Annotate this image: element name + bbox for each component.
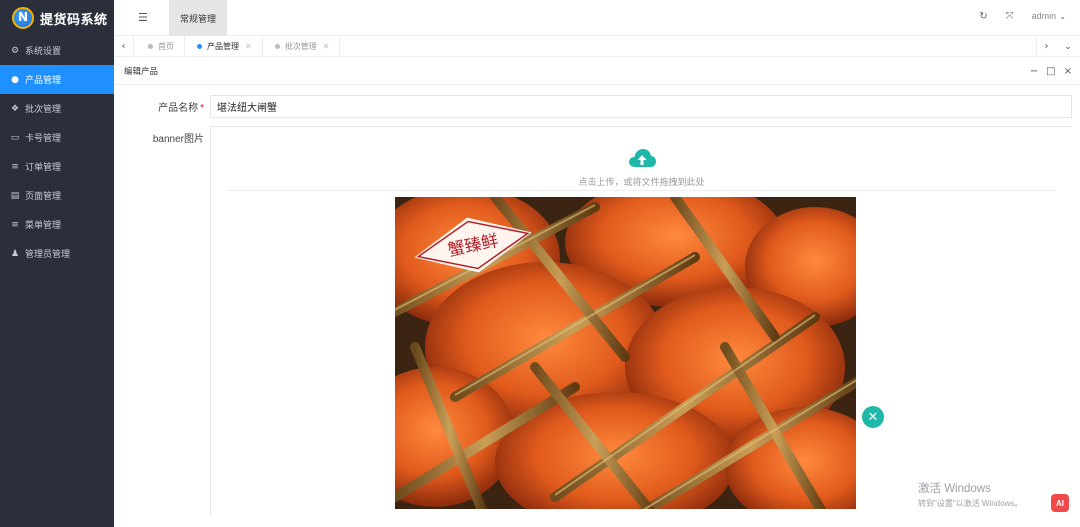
sidebar-item-page-management[interactable]: ▤ 页面管理: [0, 181, 114, 210]
tab-home[interactable]: 首页: [136, 36, 185, 57]
product-name-label-text: 产品名称: [158, 103, 199, 114]
refresh-icon[interactable]: ↻: [979, 11, 987, 22]
panel-header: 编辑产品 − □ ×: [114, 57, 1080, 85]
sidebar-item-card-management[interactable]: ▭ 卡号管理: [0, 123, 114, 152]
user-menu[interactable]: admin ⌄: [1032, 11, 1066, 22]
sidebar-item-label: 产品管理: [25, 75, 62, 85]
close-icon[interactable]: ×: [1064, 66, 1072, 77]
card-icon: ▭: [10, 132, 20, 143]
tabs-more-chevron-icon[interactable]: ⌄: [1056, 36, 1080, 57]
page-tabs: 首页 产品管理 ✕ 批次管理 ✕: [136, 36, 341, 57]
sidebar-item-label: 菜单管理: [25, 220, 62, 230]
name-label-wrap: 产品名称 *: [114, 99, 204, 119]
list-icon: ≡: [11, 161, 19, 172]
app-logo[interactable]: 提货码系统: [0, 0, 114, 36]
sidebar-item-admin-management[interactable]: ♟ 管理员管理: [0, 239, 114, 268]
sidebar-item-label: 批次管理: [25, 104, 62, 114]
maximize-icon[interactable]: □: [1046, 66, 1055, 77]
menu-toggle-icon[interactable]: ☰: [138, 11, 148, 24]
header-actions: ↻ ⤧ admin ⌄: [979, 11, 1066, 22]
close-icon: ✕: [867, 409, 879, 425]
logo-icon: [12, 7, 34, 29]
tab-label: 产品管理: [207, 42, 239, 51]
sidebar-item-label: 系统设置: [25, 46, 62, 56]
sidebar-item-system-settings[interactable]: ⚙ 系统设置: [0, 36, 114, 65]
sidebar-item-product-management[interactable]: ● 产品管理: [0, 65, 114, 94]
tabs-scroll-left-button[interactable]: ‹: [114, 36, 134, 57]
panel-title: 编辑产品: [124, 65, 159, 76]
tab-dot: [148, 44, 153, 49]
chevron-down-icon: ⌄: [1059, 12, 1066, 21]
tab-dot: [197, 44, 202, 49]
banner-image-label: banner图片: [152, 134, 204, 145]
tab-batch-management[interactable]: 批次管理 ✕: [263, 36, 341, 57]
sidebar-item-label: 订单管理: [25, 162, 62, 172]
sidebar-item-label: 卡号管理: [25, 133, 62, 143]
tab-product-management[interactable]: 产品管理 ✕: [185, 36, 263, 57]
windows-activation-watermark: 激活 Windows 转到"设置"以激活 Windows。: [918, 480, 1022, 509]
remove-image-button[interactable]: ✕: [862, 406, 884, 428]
minimize-icon[interactable]: −: [1030, 66, 1038, 77]
file-icon: ▤: [10, 190, 20, 201]
upload-hint: 点击上传，或将文件拖拽到此处: [578, 177, 705, 187]
sidebar-item-label: 管理员管理: [25, 249, 71, 259]
panel-window-controls: − □ ×: [1030, 57, 1072, 85]
tab-close-icon[interactable]: ✕: [245, 42, 252, 51]
tab-label: 批次管理: [284, 42, 317, 51]
tab-dot: [274, 44, 280, 49]
ai-assistant-button[interactable]: AI: [1051, 494, 1069, 512]
sidebar-menu: ⚙ 系统设置 ● 产品管理 ❖ 批次管理 ▭ 卡号管理 ≡ 订单管理 ▤ 页面管…: [0, 36, 114, 268]
cloud-upload-icon: [629, 149, 656, 167]
crab-photo: 蟹臻鲜: [395, 197, 856, 509]
top-header: ☰ 常规管理 ↻ ⤧ admin ⌄: [114, 0, 1080, 36]
banner-image-preview: 蟹臻鲜: [395, 197, 856, 509]
app-title: 提货码系统: [40, 11, 108, 27]
product-name-input[interactable]: 堪法纽大闸蟹: [210, 95, 1072, 118]
list-icon: ≡: [11, 219, 19, 230]
product-name-label: 产品名称 *: [158, 99, 204, 114]
sidebar-item-label: 页面管理: [25, 191, 62, 201]
top-nav-tab[interactable]: 常规管理: [169, 0, 227, 36]
watermark-line2: 转到"设置"以激活 Windows。: [918, 499, 1023, 508]
user-icon: ♟: [10, 248, 20, 259]
required-mark: *: [200, 103, 204, 114]
page-tabs-bar: ‹ 首页 产品管理 ✕ 批次管理 ✕ › ⌄: [114, 36, 1080, 57]
sidebar: 提货码系统 ⚙ 系统设置 ● 产品管理 ❖ 批次管理 ▭ 卡号管理 ≡ 订单管理…: [0, 0, 114, 527]
sidebar-item-batch-management[interactable]: ❖ 批次管理: [0, 94, 114, 123]
sidebar-item-order-management[interactable]: ≡ 订单管理: [0, 152, 114, 181]
tabs-scroll-right-button[interactable]: ›: [1036, 36, 1056, 57]
tab-close-icon[interactable]: ✕: [323, 42, 330, 51]
upload-divider: [227, 190, 1056, 191]
tab-label: 首页: [158, 42, 174, 51]
cubes-icon: ❖: [10, 103, 20, 114]
gears-icon: ⚙: [10, 45, 20, 56]
sidebar-item-menu-management[interactable]: ≡ 菜单管理: [0, 210, 114, 239]
watermark-line1: 激活 Windows: [918, 483, 991, 495]
user-name: admin: [1031, 11, 1057, 21]
circle-icon: ●: [11, 74, 19, 85]
banner-label-wrap: banner图片: [114, 130, 204, 150]
fullscreen-icon[interactable]: ⤧: [1006, 11, 1014, 22]
